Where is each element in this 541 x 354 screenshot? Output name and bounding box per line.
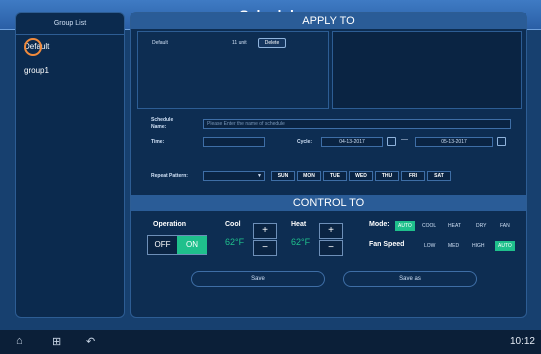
schedule-name-input[interactable]: Please Enter the name of schedule (203, 119, 511, 129)
repeat-pattern-label: Repeat Pattern: (151, 173, 188, 179)
heat-temperature: 62°F (291, 237, 311, 247)
day-wed[interactable]: WED (349, 171, 373, 181)
apply-to-header: APPLY TO (131, 13, 526, 29)
day-fri[interactable]: FRI (401, 171, 425, 181)
time-label: Time: (151, 139, 165, 145)
system-navigation-bar: ⌂ ⊞ ↶ 10:12 (0, 330, 541, 354)
day-sun[interactable]: SUN (271, 171, 295, 181)
schedule-name-label-line1: Schedule (151, 117, 174, 123)
date-range-dash: — (401, 136, 408, 143)
cycle-label: Cycle: (297, 139, 313, 145)
heat-increase-button[interactable]: + (319, 223, 343, 239)
mode-dry[interactable]: DRY (473, 221, 489, 231)
cool-decrease-button[interactable]: − (253, 240, 277, 256)
save-button[interactable]: Save (191, 271, 325, 287)
apps-grid-icon[interactable]: ⊞ (52, 335, 61, 348)
group-list-sidebar: Group List Default group1 (15, 12, 125, 318)
day-tue[interactable]: TUE (323, 171, 347, 181)
heat-stepper: 62°F + − (291, 223, 345, 257)
apply-unit-count: 11 unit (232, 40, 247, 46)
clock: 10:12 (509, 336, 535, 347)
day-thu[interactable]: THU (375, 171, 399, 181)
action-buttons: Save Save as (131, 271, 526, 293)
day-sat[interactable]: SAT (427, 171, 451, 181)
mode-label: Mode: (369, 221, 390, 228)
heat-decrease-button[interactable]: − (319, 240, 343, 256)
repeat-pattern-select[interactable] (203, 171, 265, 181)
apply-group-name: Default (152, 40, 168, 46)
chevron-down-icon: ▼ (257, 173, 262, 179)
fan-low[interactable]: LOW (421, 241, 438, 251)
fan-high[interactable]: HIGH (469, 241, 488, 251)
apply-to-section: Default 11 unit Delete (137, 31, 522, 109)
operation-toggle[interactable]: OFF ON (147, 235, 207, 255)
mode-heat[interactable]: HEAT (445, 221, 464, 231)
control-to-section: Operation OFF ON Cool 62°F + − Heat 62°F… (137, 213, 522, 265)
schedule-panel: APPLY TO Default 11 unit Delete Schedule… (130, 12, 527, 318)
fan-speed-label: Fan Speed (369, 241, 405, 248)
cool-temperature: 62°F (225, 237, 245, 247)
cool-stepper: 62°F + − (225, 223, 279, 257)
save-as-button[interactable]: Save as (343, 271, 477, 287)
fan-auto[interactable]: AUTO (495, 241, 515, 251)
off-option[interactable]: OFF (148, 236, 177, 254)
control-to-header: CONTROL TO (131, 195, 526, 211)
calendar-icon[interactable] (387, 137, 396, 146)
selection-ring-icon (24, 38, 42, 56)
calendar-icon[interactable] (497, 137, 506, 146)
mode-auto[interactable]: AUTO (395, 221, 415, 231)
back-icon[interactable]: ↶ (86, 335, 95, 348)
on-option[interactable]: ON (177, 236, 207, 254)
cool-increase-button[interactable]: + (253, 223, 277, 239)
group-item-label: group1 (24, 66, 49, 75)
time-input[interactable] (203, 137, 265, 147)
day-mon[interactable]: MON (297, 171, 321, 181)
fan-med[interactable]: MED (445, 241, 462, 251)
home-icon[interactable]: ⌂ (16, 335, 23, 347)
mode-fan[interactable]: FAN (497, 221, 513, 231)
mode-cool[interactable]: COOL (419, 221, 439, 231)
group-item-default[interactable]: Default (16, 35, 124, 59)
operation-label: Operation (153, 221, 187, 228)
apply-to-list: Default 11 unit Delete (137, 31, 329, 109)
cycle-start-date[interactable]: 04-13-2017 (321, 137, 383, 147)
apply-to-target-area (332, 31, 522, 109)
delete-button[interactable]: Delete (258, 38, 286, 48)
schedule-form: Schedule Name: Please Enter the name of … (137, 117, 522, 185)
schedule-name-label-line2: Name: (151, 124, 167, 130)
cycle-end-date[interactable]: 05-13-2017 (415, 137, 493, 147)
group-list-header: Group List (16, 13, 124, 35)
group-item-group1[interactable]: group1 (16, 59, 124, 83)
